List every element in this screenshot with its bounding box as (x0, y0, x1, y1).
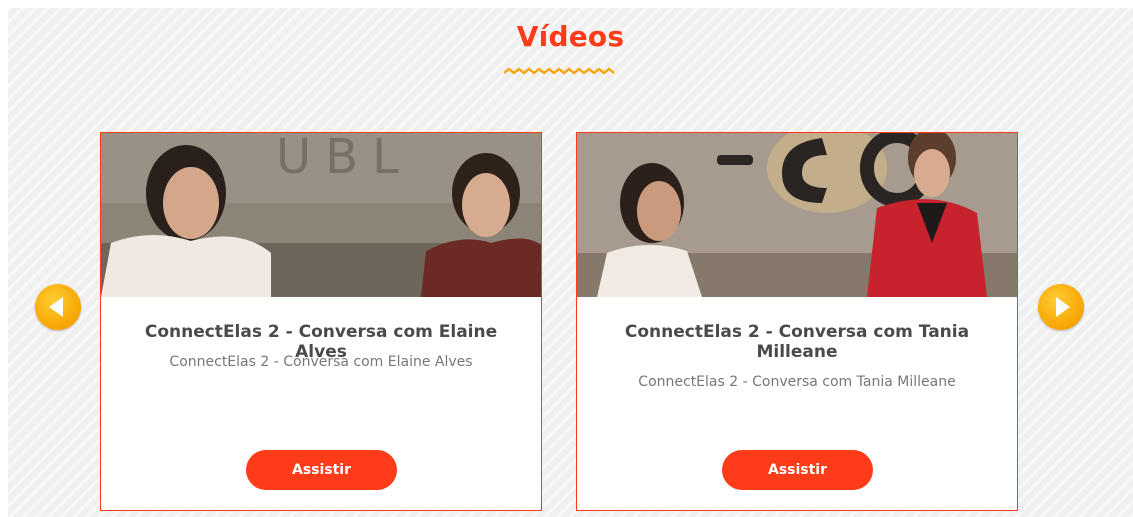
watch-button[interactable]: Assistir (246, 450, 397, 490)
video-thumbnail[interactable]: UBL (101, 133, 541, 297)
chevron-right-icon (1056, 297, 1070, 317)
video-card: UBL ConnectElas 2 - Conversa com Elaine … (100, 132, 542, 511)
zigzag-divider (504, 67, 615, 75)
chevron-left-icon (49, 297, 63, 317)
video-title: ConnectElas 2 - Conversa com Tania Mille… (624, 322, 970, 362)
video-description: ConnectElas 2 - Conversa com Elaine Alve… (169, 354, 473, 370)
svg-text:UBL: UBL (276, 133, 413, 185)
video-thumbnail[interactable] (577, 133, 1017, 297)
carousel-prev-button[interactable] (35, 284, 81, 330)
video-card: ConnectElas 2 - Conversa com Tania Mille… (576, 132, 1018, 511)
video-description: ConnectElas 2 - Conversa com Tania Mille… (638, 374, 956, 390)
videos-section: Vídeos UBL ConnectElas 2 - Conversa com … (8, 8, 1133, 517)
section-title: Vídeos (516, 20, 625, 53)
carousel-next-button[interactable] (1038, 284, 1084, 330)
watch-button[interactable]: Assistir (722, 450, 873, 490)
